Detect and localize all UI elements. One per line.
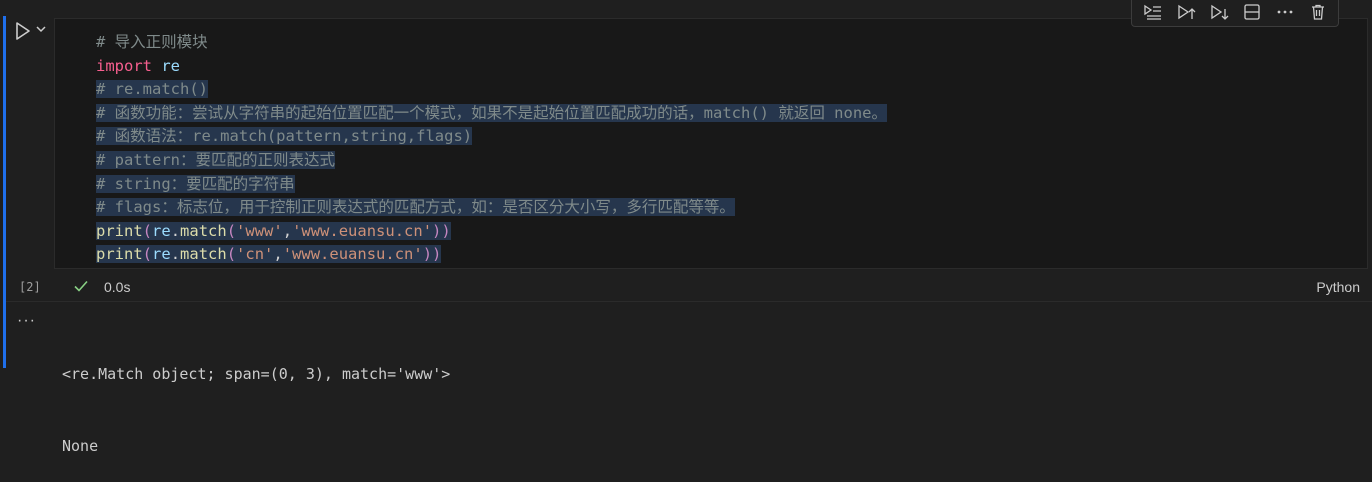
code-token: # pattern：要匹配的正则表达式 xyxy=(96,150,335,169)
delete-cell-button[interactable] xyxy=(1305,0,1331,24)
code-line-text: # re.match() xyxy=(96,80,208,99)
split-cell-icon xyxy=(1243,3,1260,20)
code-token: , xyxy=(282,221,293,240)
code-token: # 导入正则模块 xyxy=(96,33,208,51)
code-line-text: print(re.match('cn','www.euansu.cn')) xyxy=(96,245,442,264)
execute-above-icon xyxy=(1177,4,1195,19)
code-line: print(re.match('www','www.euansu.cn')) xyxy=(96,220,887,244)
cell-focus-indicator xyxy=(3,16,6,368)
execution-duration: 0.0s xyxy=(104,279,131,295)
code-line: print(re.match('cn','www.euansu.cn')) xyxy=(96,243,887,267)
code-line-text: # 导入正则模块 xyxy=(96,33,208,51)
code-token: re xyxy=(152,56,180,75)
code-line-text: # flags：标志位，用于控制正则表达式的匹配方式，如：是否区分大小写，多行匹… xyxy=(96,198,735,217)
output-line: <re.Match object; span=(0, 3), match='ww… xyxy=(62,365,451,383)
code-token: match xyxy=(180,245,227,264)
code-line: # string：要匹配的字符串 xyxy=(96,173,887,197)
code-token: # re.match() xyxy=(96,80,208,99)
code-line-text: # string：要匹配的字符串 xyxy=(96,174,295,193)
code-line: # 函数功能：尝试从字符串的起始位置匹配一个模式，如果不是起始位置匹配成功的话，… xyxy=(96,102,887,126)
code-token: ( xyxy=(226,245,237,264)
code-line: # 导入正则模块 xyxy=(96,31,887,55)
more-actions-icon xyxy=(1277,10,1292,13)
code-token: . xyxy=(170,245,181,264)
cell-output: <re.Match object; span=(0, 3), match='ww… xyxy=(62,314,450,482)
code-token: 'www' xyxy=(236,221,283,240)
execute-below-icon xyxy=(1210,4,1228,20)
output-divider xyxy=(6,301,1372,302)
run-options-dropdown[interactable] xyxy=(34,22,48,36)
execute-below-button[interactable] xyxy=(1206,0,1232,24)
play-icon xyxy=(16,22,30,40)
code-line-text: print(re.match('www','www.euansu.cn')) xyxy=(96,221,451,240)
chevron-down-icon xyxy=(36,26,46,33)
code-token: print xyxy=(96,221,143,240)
code-line: # 函数语法：re.match(pattern,string,flags) xyxy=(96,125,887,149)
code-token: )) xyxy=(422,245,442,264)
code-line-text: # 函数语法：re.match(pattern,string,flags) xyxy=(96,127,473,146)
code-token: , xyxy=(273,245,283,264)
code-token: 'www.euansu.cn' xyxy=(292,221,433,240)
code-token: )) xyxy=(432,221,451,240)
run-cell-button[interactable] xyxy=(12,20,34,42)
more-actions-button[interactable] xyxy=(1272,0,1298,24)
code-line-text: # 函数功能：尝试从字符串的起始位置匹配一个模式，如果不是起始位置匹配成功的话，… xyxy=(96,103,887,122)
code-token: # string：要匹配的字符串 xyxy=(96,174,295,193)
code-token: import xyxy=(96,56,152,75)
code-token: # 函数功能：尝试从字符串的起始位置匹配一个模式，如果不是起始位置匹配成功的话，… xyxy=(96,103,887,122)
success-check-icon xyxy=(72,277,90,295)
code-token: # 函数语法：re.match(pattern,string,flags) xyxy=(96,127,473,146)
code-line-text: import re xyxy=(96,57,180,75)
code-token: 'cn' xyxy=(236,245,274,264)
output-line: None xyxy=(62,437,99,455)
code-token: # flags：标志位，用于控制正则表达式的匹配方式，如：是否区分大小写，多行匹… xyxy=(96,198,735,217)
run-by-line-button[interactable] xyxy=(1140,0,1166,24)
code-line-text: # pattern：要匹配的正则表达式 xyxy=(96,150,335,169)
execute-above-button[interactable] xyxy=(1173,0,1199,24)
code-token: ( xyxy=(142,245,153,264)
kernel-language-selector[interactable]: Python xyxy=(1316,279,1360,295)
code-token: . xyxy=(170,221,181,240)
code-token: re xyxy=(152,221,171,240)
code-line: # pattern：要匹配的正则表达式 xyxy=(96,149,887,173)
code-token: match xyxy=(180,221,227,240)
code-line: # re.match() xyxy=(96,78,887,102)
split-cell-button[interactable] xyxy=(1239,0,1265,24)
execution-count: [2] xyxy=(19,280,41,294)
code-line: import re xyxy=(96,55,887,79)
delete-cell-icon xyxy=(1311,4,1324,20)
code-content[interactable]: # 导入正则模块 import re # re.match() # 函数功能：尝试从字… xyxy=(96,31,887,267)
run-by-line-icon xyxy=(1143,4,1161,20)
output-actions-button[interactable]: ··· xyxy=(17,312,36,330)
code-token: ( xyxy=(226,221,237,240)
cell-toolbar xyxy=(1131,0,1339,27)
code-token: 'www.euansu.cn' xyxy=(282,245,423,264)
code-line: # flags：标志位，用于控制正则表达式的匹配方式，如：是否区分大小写，多行匹… xyxy=(96,196,887,220)
code-token: re xyxy=(152,245,171,264)
code-token: print xyxy=(96,245,143,264)
code-token: ( xyxy=(142,221,153,240)
